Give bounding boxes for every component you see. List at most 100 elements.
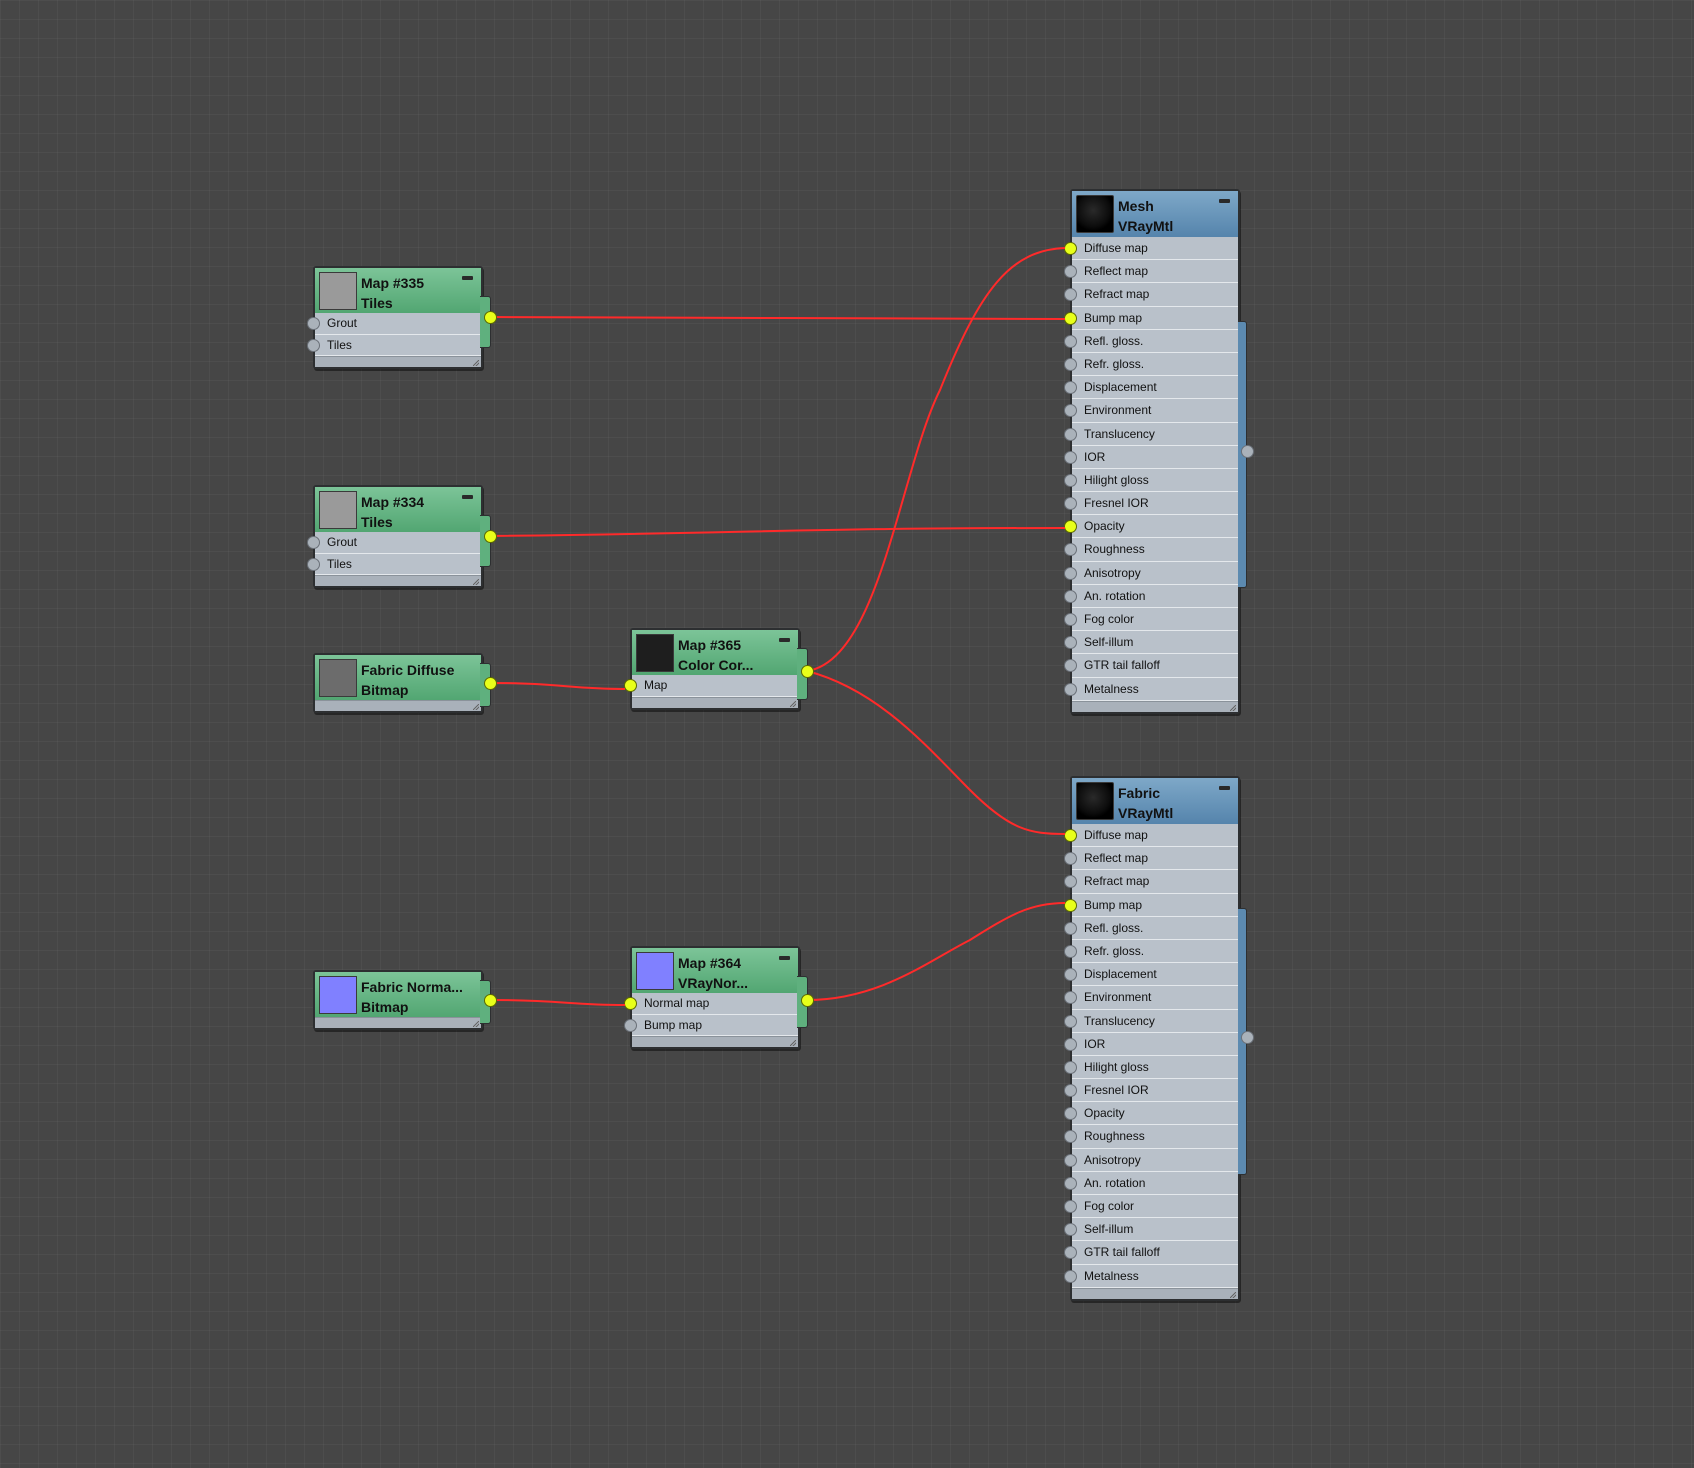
input-socket[interactable] <box>1064 1269 1077 1283</box>
input-socket[interactable] <box>1064 242 1077 255</box>
slot-self-illum[interactable]: Self-illum <box>1064 1218 1238 1242</box>
input-socket[interactable] <box>1064 589 1077 603</box>
input-socket[interactable] <box>1064 1153 1077 1167</box>
slot-roughness[interactable]: Roughness <box>1064 1125 1238 1149</box>
input-socket[interactable] <box>1064 334 1077 348</box>
slot-self-illum[interactable]: Self-illum <box>1064 631 1238 655</box>
slot-fog-color[interactable]: Fog color <box>1064 608 1238 632</box>
collapse-icon[interactable] <box>779 638 790 642</box>
slot-map[interactable]: Map <box>624 675 798 697</box>
node-header[interactable]: Map #365 Color Cor... <box>632 630 798 675</box>
slot-refr-gloss[interactable]: Refr. gloss. <box>1064 352 1238 377</box>
slot-hilight-gloss[interactable]: Hilight gloss <box>1064 468 1238 493</box>
input-socket[interactable] <box>1064 613 1077 626</box>
slot-diffuse-map[interactable]: Diffuse map <box>1064 824 1238 848</box>
output-socket-mesh[interactable] <box>1241 445 1254 458</box>
input-socket[interactable] <box>624 679 637 692</box>
input-socket[interactable] <box>1064 1107 1077 1121</box>
input-socket[interactable] <box>1064 1223 1077 1237</box>
slot-translucency[interactable]: Translucency <box>1064 422 1238 446</box>
input-socket[interactable] <box>1064 497 1077 511</box>
input-socket[interactable] <box>1064 1084 1077 1098</box>
input-socket[interactable] <box>624 997 637 1010</box>
slot-fog-color[interactable]: Fog color <box>1064 1195 1238 1219</box>
output-socket-map-334[interactable] <box>484 530 497 543</box>
slot-environment[interactable]: Environment <box>1064 399 1238 423</box>
input-socket[interactable] <box>1064 898 1077 912</box>
slot-reflect-map[interactable]: Reflect map <box>1064 260 1238 284</box>
node-header[interactable]: Mesh VRayMtl <box>1072 191 1238 237</box>
node-header[interactable]: Map #334 Tiles <box>315 487 481 532</box>
node-header[interactable]: Fabric VRayMtl <box>1072 778 1238 824</box>
slot-bump-map[interactable]: Bump map <box>1064 893 1238 917</box>
input-socket[interactable] <box>1064 357 1077 371</box>
input-socket[interactable] <box>1064 852 1077 866</box>
input-socket[interactable] <box>1064 636 1077 650</box>
input-socket[interactable] <box>1064 543 1077 557</box>
slot-translucency[interactable]: Translucency <box>1064 1009 1238 1033</box>
input-socket[interactable] <box>1064 968 1077 982</box>
input-socket[interactable] <box>1064 1176 1077 1190</box>
slot-normal-map[interactable]: Normal map <box>624 993 798 1015</box>
slot-grout[interactable]: Grout <box>307 532 481 554</box>
slot-opacity[interactable]: Opacity <box>1064 1102 1238 1126</box>
input-socket[interactable] <box>1064 404 1077 418</box>
slot-opacity[interactable]: Opacity <box>1064 515 1238 539</box>
slot-reflect-map[interactable]: Reflect map <box>1064 847 1238 871</box>
slot-fresnel-ior[interactable]: Fresnel IOR <box>1064 492 1238 516</box>
collapse-icon[interactable] <box>462 495 473 499</box>
resize-handle[interactable] <box>315 1017 481 1028</box>
input-socket[interactable] <box>1064 682 1077 696</box>
slot-tiles[interactable]: Tiles <box>307 553 481 575</box>
resize-handle[interactable] <box>632 1036 798 1047</box>
input-socket[interactable] <box>307 338 320 352</box>
output-socket-fabric[interactable] <box>1241 1031 1254 1044</box>
input-socket[interactable] <box>1064 1037 1077 1051</box>
output-socket-fabric-normal[interactable] <box>484 994 497 1007</box>
input-socket[interactable] <box>1064 1246 1077 1260</box>
resize-handle[interactable] <box>1072 700 1238 712</box>
input-socket[interactable] <box>1064 566 1077 580</box>
input-socket[interactable] <box>1064 381 1077 395</box>
input-socket[interactable] <box>307 317 320 330</box>
resize-handle[interactable] <box>1072 1287 1238 1299</box>
input-socket[interactable] <box>1064 427 1077 441</box>
resize-handle[interactable] <box>315 575 481 586</box>
input-socket[interactable] <box>1064 1014 1077 1028</box>
input-socket[interactable] <box>1064 520 1077 534</box>
input-socket[interactable] <box>1064 288 1077 302</box>
slot-roughness[interactable]: Roughness <box>1064 538 1238 562</box>
slot-diffuse-map[interactable]: Diffuse map <box>1064 237 1238 261</box>
slot-gtr-tail-falloff[interactable]: GTR tail falloff <box>1064 654 1238 678</box>
node-material-mesh[interactable]: Mesh VRayMtl Diffuse map Reflect map Refra… <box>1064 189 1247 714</box>
slot-ior[interactable]: IOR <box>1064 445 1238 469</box>
slot-refract-map[interactable]: Refract map <box>1064 870 1238 894</box>
node-map-364[interactable]: Map #364 VRayNor... Normal map Bump map <box>624 946 808 1049</box>
input-socket[interactable] <box>1064 991 1077 1005</box>
slot-displacement[interactable]: Displacement <box>1064 963 1238 987</box>
slot-metalness[interactable]: Metalness <box>1064 677 1238 701</box>
node-material-fabric[interactable]: Fabric VRayMtl Diffuse map Reflect map Ref… <box>1064 776 1247 1301</box>
input-socket[interactable] <box>1064 1060 1077 1074</box>
input-socket[interactable] <box>1064 875 1077 889</box>
output-socket-map-365[interactable] <box>801 665 814 678</box>
node-fabric-diffuse[interactable]: Fabric Diffuse Bitmap <box>313 653 491 713</box>
slot-bump-map[interactable]: Bump map <box>624 1014 798 1036</box>
node-map-335[interactable]: Map #335 Tiles Grout Tiles <box>307 266 491 369</box>
input-socket[interactable] <box>1064 1130 1077 1144</box>
resize-handle[interactable] <box>632 696 798 708</box>
input-socket[interactable] <box>1064 473 1077 487</box>
input-socket[interactable] <box>1064 265 1077 279</box>
output-socket-map-335[interactable] <box>484 311 497 324</box>
node-header[interactable]: Map #335 Tiles <box>315 268 481 313</box>
slot-environment[interactable]: Environment <box>1064 986 1238 1010</box>
slot-an-rotation[interactable]: An. rotation <box>1064 1171 1238 1195</box>
slot-anisotropy[interactable]: Anisotropy <box>1064 561 1238 585</box>
slot-refr-gloss[interactable]: Refr. gloss. <box>1064 939 1238 964</box>
output-socket-fabric-diffuse[interactable] <box>484 677 497 690</box>
slot-hilight-gloss[interactable]: Hilight gloss <box>1064 1055 1238 1080</box>
input-socket[interactable] <box>1064 944 1077 958</box>
slot-gtr-tail-falloff[interactable]: GTR tail falloff <box>1064 1241 1238 1265</box>
input-socket[interactable] <box>1064 450 1077 464</box>
input-socket[interactable] <box>307 536 320 549</box>
